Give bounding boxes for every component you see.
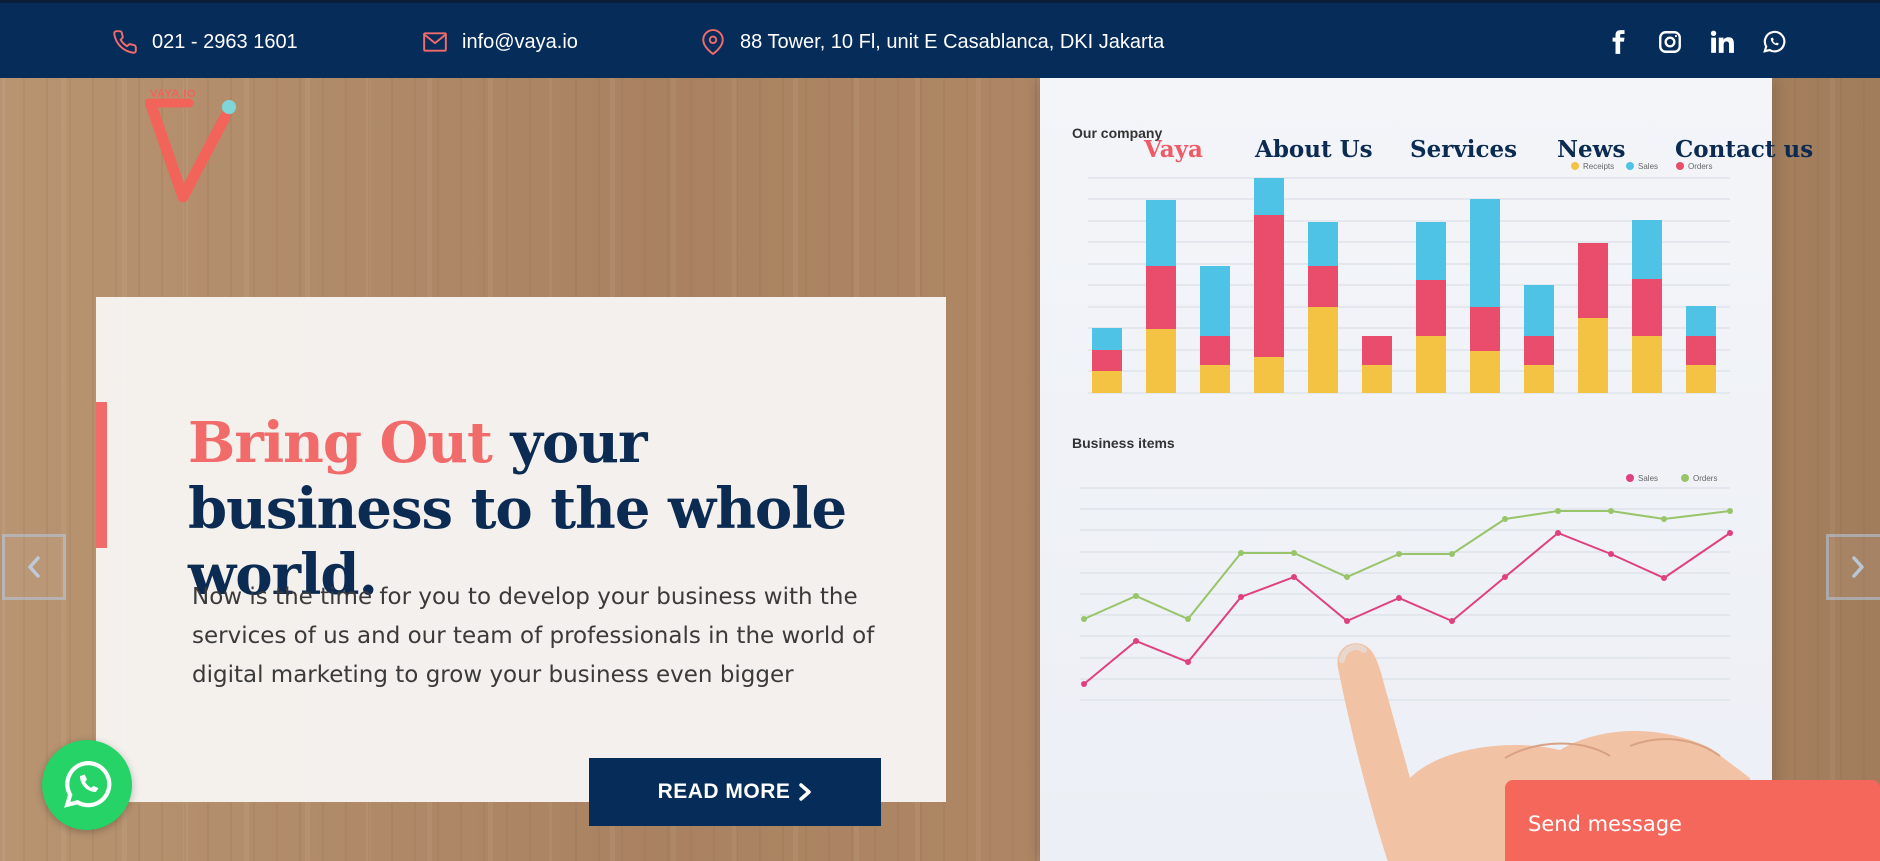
contact-email[interactable]: info@vaya.io <box>422 3 578 81</box>
nav-item-services[interactable]: Services <box>1410 136 1517 163</box>
email-text: info@vaya.io <box>462 30 578 53</box>
svg-text:Sales: Sales <box>1638 474 1658 483</box>
nav-item-about-us[interactable]: About Us <box>1255 136 1373 163</box>
send-message-widget[interactable]: Send message <box>1505 780 1880 861</box>
headline-highlight: Bring Out <box>188 410 493 476</box>
read-more-button[interactable]: READ MORE <box>589 758 881 826</box>
slider-next-button[interactable] <box>1826 534 1880 600</box>
social-links <box>1604 3 1788 81</box>
contact-address: 88 Tower, 10 Fl, unit E Casablanca, DKI … <box>700 3 1164 81</box>
whatsapp-icon <box>64 761 112 808</box>
mail-icon <box>423 32 447 52</box>
facebook-icon[interactable] <box>1604 28 1632 56</box>
linkedin-icon[interactable] <box>1708 28 1736 56</box>
address-text: 88 Tower, 10 Fl, unit E Casablanca, DKI … <box>740 30 1165 53</box>
chevron-right-icon <box>1852 556 1864 578</box>
svg-text:Orders: Orders <box>1693 474 1717 483</box>
hero-description: Now is the time for you to develop your … <box>192 584 875 688</box>
read-more-label: READ MORE <box>657 780 791 803</box>
nav-item-news[interactable]: News <box>1557 136 1625 163</box>
chart2-title: Business items <box>1072 435 1175 451</box>
phone-text: 021 - 2963 1601 <box>152 30 298 53</box>
instagram-icon[interactable] <box>1656 28 1684 56</box>
contact-phone[interactable]: 021 - 2963 1601 <box>112 3 298 81</box>
nav-item-vaya[interactable]: Vaya <box>1144 136 1203 163</box>
chevron-left-icon <box>28 556 40 578</box>
send-message-label: Send message <box>1528 812 1682 836</box>
phone-icon <box>113 30 137 54</box>
nav-item-contact-us[interactable]: Contact us <box>1675 136 1813 163</box>
top-contact-bar: 021 - 2963 1601 info@vaya.io 88 Tower, 1… <box>0 0 1880 78</box>
hero-card-accent-bar <box>96 402 107 548</box>
location-pin-icon <box>702 29 724 55</box>
chevron-right-icon <box>799 783 812 801</box>
main-navigation: Vaya About Us Services News Contact us <box>0 136 1880 166</box>
slider-prev-button[interactable] <box>2 534 66 600</box>
whatsapp-chat-button[interactable] <box>42 740 132 830</box>
whatsapp-icon[interactable] <box>1760 28 1788 56</box>
